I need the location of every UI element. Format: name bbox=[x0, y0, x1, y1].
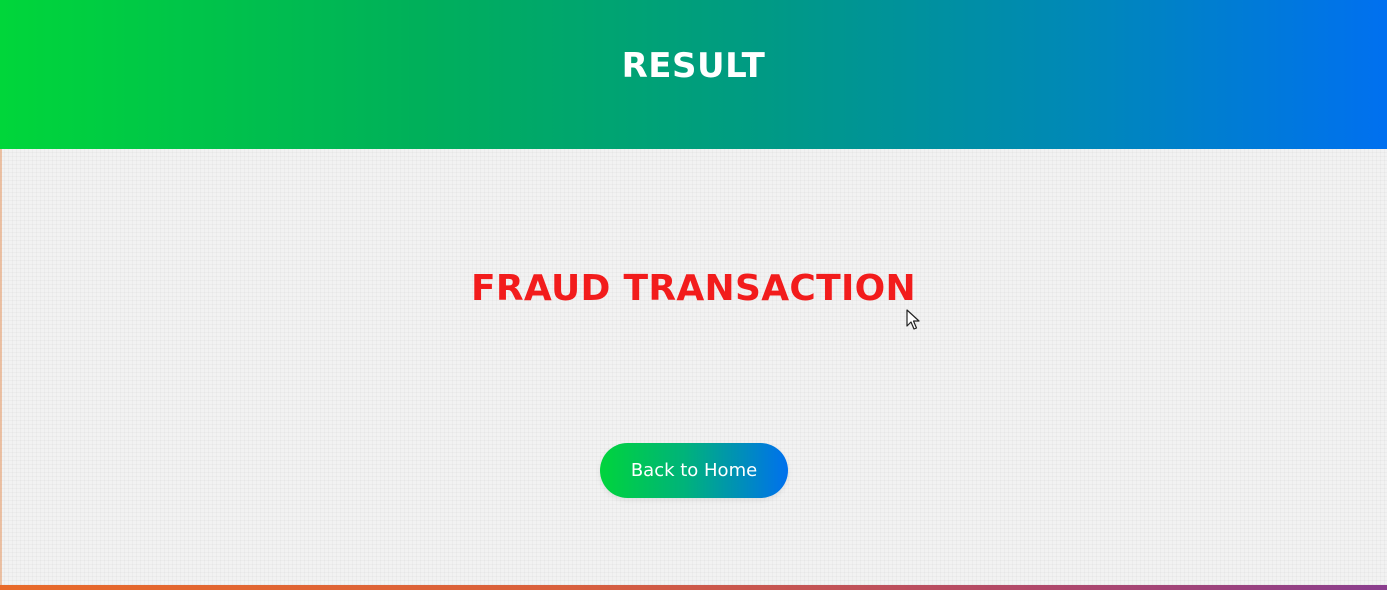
page-title: RESULT bbox=[621, 45, 766, 86]
result-message: FRAUD TRANSACTION bbox=[471, 268, 916, 309]
back-to-home-button[interactable]: Back to Home bbox=[600, 443, 788, 498]
mouse-pointer-icon bbox=[906, 309, 920, 330]
bottom-accent-bar bbox=[0, 585, 1387, 590]
left-border bbox=[0, 149, 2, 590]
page-header: RESULT bbox=[0, 0, 1387, 149]
